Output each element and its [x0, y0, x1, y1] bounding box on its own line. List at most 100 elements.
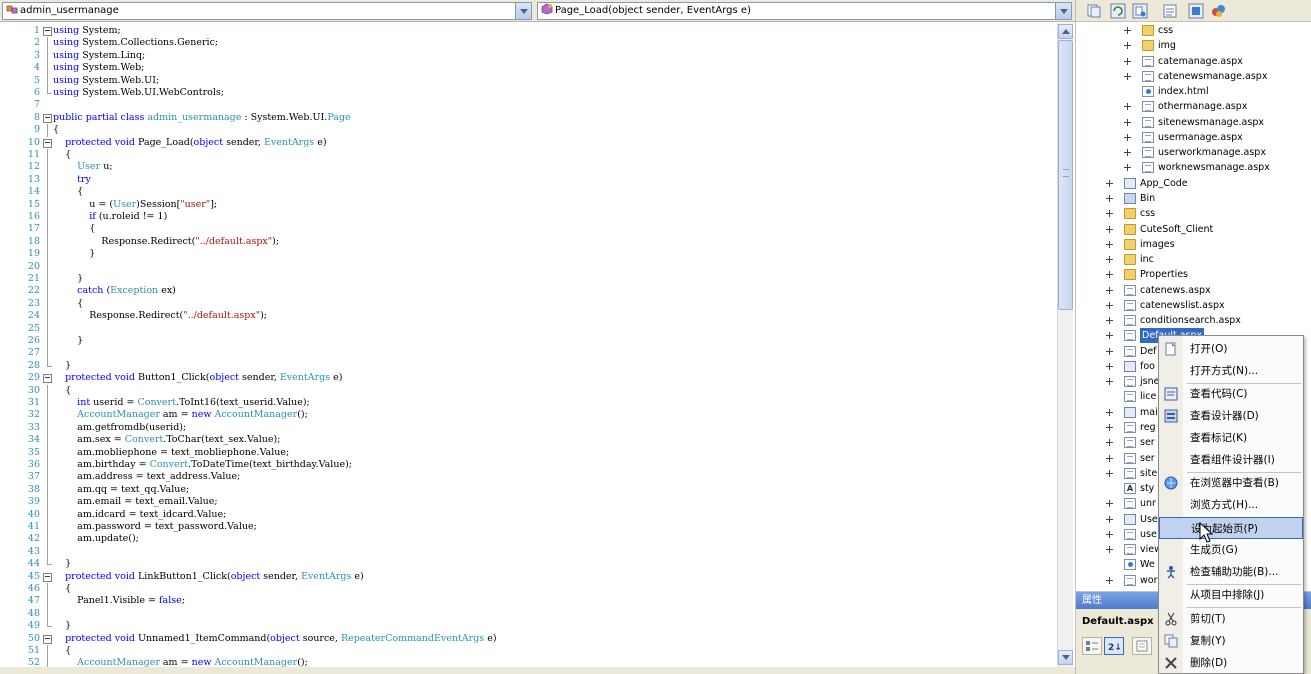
tree-node[interactable]: CuteSoft_Client	[1076, 222, 1311, 237]
code-line[interactable]: 48	[0, 607, 1057, 621]
code-line[interactable]: 31 int userid = Convert.ToInt16(text_use…	[0, 397, 1057, 410]
expand-icon[interactable]	[1106, 179, 1113, 187]
tree-node-label[interactable]: img	[1158, 38, 1176, 53]
member-dropdown[interactable]: Page_Load(object sender, EventArgs e)	[537, 2, 1072, 20]
code-line[interactable]: 21 }	[0, 273, 1057, 286]
tree-node-label[interactable]: jsne	[1140, 374, 1159, 389]
code-line[interactable]: 52 AccountManager am = new AccountManage…	[0, 657, 1057, 667]
tree-node[interactable]: worknewsmanage.aspx	[1076, 160, 1311, 175]
expand-icon[interactable]	[1106, 347, 1113, 355]
context-menu-item[interactable]: 生成页(G)	[1159, 539, 1303, 561]
expand-icon[interactable]	[1106, 546, 1113, 554]
code-line[interactable]: 28 }	[0, 359, 1057, 372]
code-line[interactable]: 47 Panel1.Visible = false;	[0, 595, 1057, 609]
tree-node[interactable]: conditionsearch.aspx	[1076, 313, 1311, 328]
code-area[interactable]: 1 using System; 2 using System.Collections.…	[0, 23, 1057, 667]
tree-node-label[interactable]: CuteSoft_Client	[1140, 222, 1213, 237]
code-line[interactable]: 3 using System.Linq;	[0, 49, 1057, 63]
tree-node-label[interactable]: We	[1140, 557, 1155, 572]
code-line[interactable]: 2 using System.Collections.Generic;	[0, 37, 1057, 51]
tree-node-label[interactable]: ser	[1140, 435, 1155, 450]
code-line[interactable]: 42 am.update();	[0, 533, 1057, 547]
context-menu-item[interactable]: 查看代码(C)	[1159, 383, 1303, 405]
collapse-outline-icon[interactable]	[43, 112, 52, 124]
tree-node[interactable]: css	[1076, 206, 1311, 221]
tree-node-label[interactable]: othermanage.aspx	[1158, 99, 1247, 114]
code-line[interactable]: 44 }	[0, 558, 1057, 570]
tree-node[interactable]: catenewslist.aspx	[1076, 298, 1311, 313]
expand-icon[interactable]	[1124, 57, 1131, 65]
expand-icon[interactable]	[1106, 225, 1113, 233]
tree-node-label[interactable]: wor	[1140, 573, 1158, 588]
tree-node-label[interactable]: images	[1140, 237, 1175, 252]
collapse-outline-icon[interactable]	[43, 137, 52, 149]
collapse-outline-icon[interactable]	[43, 25, 52, 37]
code-line[interactable]: 39 am.email = text_email.Value;	[0, 496, 1057, 509]
expand-icon[interactable]	[1106, 362, 1113, 370]
context-menu-item[interactable]: 查看标记(K)	[1159, 427, 1303, 449]
class-dropdown[interactable]: admin_usermanage	[2, 2, 532, 20]
scroll-thumb[interactable]	[1058, 40, 1073, 310]
tree-node[interactable]: userworkmanage.aspx	[1076, 145, 1311, 160]
expand-icon[interactable]	[1106, 576, 1113, 584]
code-line[interactable]: 15 u = (User)Session["user"];	[0, 198, 1057, 212]
class-diagram-icon[interactable]	[1210, 3, 1226, 19]
code-line[interactable]: 23 {	[0, 297, 1057, 311]
tree-node-label[interactable]: site	[1140, 466, 1157, 481]
tree-node[interactable]: usermanage.aspx	[1076, 130, 1311, 145]
code-line[interactable]: 17 {	[0, 223, 1057, 237]
code-line[interactable]: 35 am.mobliephone = text_mobliephone.Val…	[0, 446, 1057, 460]
tree-node-label[interactable]: catenews.aspx	[1140, 283, 1211, 298]
tree-node-label[interactable]: Bin	[1140, 191, 1155, 206]
context-menu-item[interactable]: 查看组件设计器(I)	[1159, 449, 1303, 471]
tree-node[interactable]: Properties	[1076, 267, 1311, 282]
code-line[interactable]: 10 protected void Page_Load(object sende…	[0, 137, 1057, 149]
tree-node[interactable]: sitenewsmanage.aspx	[1076, 115, 1311, 130]
code-line[interactable]: 45 protected void LinkButton1_Click(obje…	[0, 571, 1057, 583]
tree-node-label[interactable]: foo	[1140, 359, 1155, 374]
code-line[interactable]: 18 Response.Redirect("../default.aspx");	[0, 235, 1057, 249]
code-line[interactable]: 26 }	[0, 335, 1057, 348]
expand-icon[interactable]	[1106, 530, 1113, 538]
code-line[interactable]: 33 am.getfromdb(userid);	[0, 421, 1057, 435]
collapse-outline-icon[interactable]	[43, 571, 52, 583]
code-line[interactable]: 49 }	[0, 620, 1057, 632]
expand-icon[interactable]	[1106, 469, 1113, 477]
context-menu-item[interactable]: 从项目中排除(J)	[1159, 584, 1303, 606]
context-menu-item[interactable]: 打开方式(N)...	[1159, 360, 1303, 382]
code-line[interactable]: 5 using System.Web.UI;	[0, 74, 1057, 88]
context-menu-item[interactable]: 检查辅助功能(B)...	[1159, 561, 1303, 583]
expand-icon[interactable]	[1124, 72, 1131, 80]
expand-icon[interactable]	[1124, 118, 1131, 126]
code-line[interactable]: 20	[0, 260, 1057, 274]
tree-node-label[interactable]: conditionsearch.aspx	[1140, 313, 1241, 328]
code-line[interactable]: 40 am.idcard = text_idcard.Value;	[0, 508, 1057, 522]
tree-node-label[interactable]: lice	[1140, 389, 1156, 404]
tree-node-label[interactable]: ser	[1140, 451, 1155, 466]
expand-icon[interactable]	[1124, 42, 1131, 50]
code-line[interactable]: 43	[0, 545, 1057, 559]
expand-icon[interactable]	[1106, 240, 1113, 248]
expand-icon[interactable]	[1106, 439, 1113, 447]
code-line[interactable]: 46 {	[0, 583, 1057, 596]
context-menu-item[interactable]: 打开(O)	[1159, 338, 1303, 360]
code-editor[interactable]: admin_usermanage Page_Load(object sender…	[0, 0, 1075, 674]
properties-icon[interactable]	[1086, 3, 1102, 19]
code-line[interactable]: 13 try	[0, 173, 1057, 187]
chevron-down-icon[interactable]	[515, 3, 531, 19]
tree-node-label[interactable]: catenewsmanage.aspx	[1158, 69, 1267, 84]
tree-node[interactable]: index.html	[1076, 84, 1311, 99]
expand-icon[interactable]	[1106, 408, 1113, 416]
alphabetical-icon[interactable]: 2↓	[1104, 637, 1124, 655]
expand-icon[interactable]	[1124, 103, 1131, 111]
expand-icon[interactable]	[1106, 210, 1113, 218]
tree-node-label[interactable]: userworkmanage.aspx	[1158, 145, 1266, 160]
code-line[interactable]: 25	[0, 322, 1057, 336]
code-line[interactable]: 51 {	[0, 645, 1057, 658]
view-code-icon[interactable]	[1162, 3, 1178, 19]
tree-node-label[interactable]: App_Code	[1140, 176, 1188, 191]
tree-node[interactable]: catemanage.aspx	[1076, 54, 1311, 69]
expand-icon[interactable]	[1106, 286, 1113, 294]
collapse-outline-icon[interactable]	[43, 633, 52, 645]
tree-node-label[interactable]: Def	[1140, 344, 1157, 359]
